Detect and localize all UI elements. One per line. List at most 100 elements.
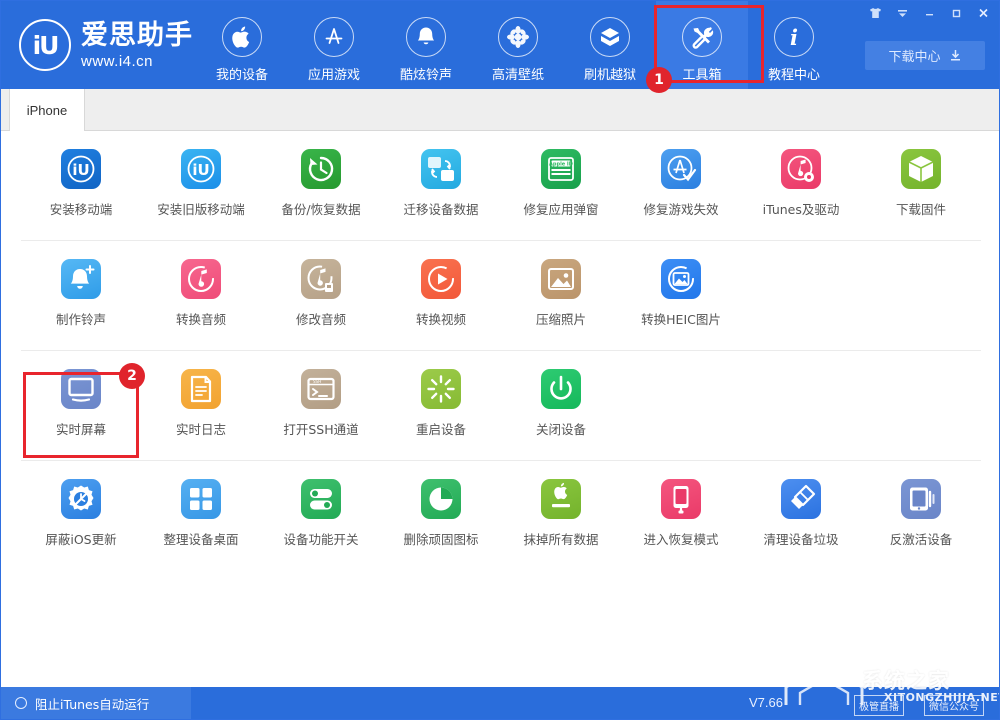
tool-tile-i4-app[interactable]: iU安装移动端 [21,149,141,218]
tool-tile-label: 转换HEIC图片 [641,309,721,328]
svg-text:i: i [790,25,798,50]
svg-text:iU: iU [192,161,209,179]
tool-tile-clean-trash[interactable]: 清理设备垃圾 [741,479,861,548]
nav-item-1[interactable]: 我的设备 [196,1,288,89]
nav-item-7[interactable]: i教程中心 [748,1,840,89]
tool-tile-label: 屏蔽iOS更新 [45,529,116,548]
tool-tile-convert-video[interactable]: 转换视频 [381,259,501,328]
tool-tile-arrange-home[interactable]: 整理设备桌面 [141,479,261,548]
block-update-icon [61,479,101,519]
tool-tile-label: 关闭设备 [536,419,586,438]
tool-tile-power-off[interactable]: 关闭设备 [501,369,621,438]
toggle-switch-icon [301,479,341,519]
tool-tile-label: 下载固件 [896,199,946,218]
openbox-icon [590,17,630,57]
recovery-mode-icon [661,479,701,519]
svg-text:SSH: SSH [313,379,321,384]
block-itunes-toggle[interactable]: 阻止iTunes自动运行 [1,687,191,719]
tool-tile-itunes-driver[interactable]: iTunes及驱动 [741,149,861,218]
tool-tile-deactivate[interactable]: 反激活设备 [861,479,981,548]
tab-iphone-label: iPhone [27,103,67,118]
itunes-driver-icon [781,149,821,189]
device-tabbar: iPhone [1,89,1000,131]
ssh-terminal-icon: SSH [301,369,341,409]
nav-item-label: 高清壁纸 [492,64,544,83]
tool-tile-label: 反激活设备 [890,529,953,548]
heic-convert-icon [661,259,701,299]
tool-tile-appleid-card[interactable]: Apple ID修复应用弹窗 [501,149,621,218]
tool-tile-make-ringtone[interactable]: 制作铃声 [21,259,141,328]
tool-tile-firmware-box[interactable]: 下载固件 [861,149,981,218]
i4-assistant-window: iU 爱思助手 www.i4.cn 我的设备应用游戏 酷炫铃声高清壁纸 刷机越狱 工具… [0,0,1000,720]
tool-tile-erase-all[interactable]: 抹掉所有数据 [501,479,621,548]
nav-item-label: 工具箱 [682,64,721,83]
annotation-badge-1: 1 [646,67,672,93]
reboot-icon [421,369,461,409]
nav-item-label: 刷机越狱 [584,64,636,83]
tool-tile-label: 打开SSH通道 [283,419,358,438]
app-logo: iU 爱思助手 www.i4.cn [19,19,193,71]
compress-photo-icon [541,259,581,299]
tool-tile-appstore-check[interactable]: 修复游戏失效 [621,149,741,218]
app-title: 爱思助手 [81,22,193,49]
maximize-icon[interactable] [943,2,970,24]
tool-tile-label: 实时屏幕 [56,419,106,438]
deactivate-icon [901,479,941,519]
live-log-icon [181,369,221,409]
i4-logo-icon: iU [19,19,71,71]
tool-tile-i4-app-old[interactable]: iU安装旧版移动端 [141,149,261,218]
tool-tile-edit-audio[interactable]: 修改音频 [261,259,381,328]
nav-item-4[interactable]: 高清壁纸 [472,1,564,89]
convert-audio-icon [181,259,221,299]
main-nav: 我的设备应用游戏 酷炫铃声高清壁纸 刷机越狱 工具箱 i教程中心 [196,1,840,89]
logo-text-block: 爱思助手 www.i4.cn [81,22,193,69]
skin-icon[interactable] [862,2,889,24]
tool-tile-live-log[interactable]: 实时日志 [141,369,261,438]
nav-item-label: 应用游戏 [308,64,360,83]
toolbox-row-2: 制作铃声转换音频修改音频转换视频 压缩照片 转换HEIC图片 [21,241,981,351]
i4-app-old-icon: iU [181,149,221,189]
firmware-box-icon [901,149,941,189]
download-arrow-icon [949,49,962,62]
tool-tile-label: 修复游戏失效 [643,199,718,218]
tool-tile-label: 备份/恢复数据 [281,199,360,218]
appleid-card-icon: Apple ID [541,149,581,189]
info-icon: i [774,17,814,57]
tool-tile-compress-photo[interactable]: 压缩照片 [501,259,621,328]
svg-text:iU: iU [72,161,89,179]
tool-tile-label: 进入恢复模式 [643,529,718,548]
clean-trash-icon [781,479,821,519]
tool-tile-toggle-switch[interactable]: 设备功能开关 [261,479,381,548]
download-center-button[interactable]: 下载中心 [865,41,985,70]
tool-tile-label: 压缩照片 [536,309,586,328]
backup-restore-icon [301,149,341,189]
tool-tile-block-update[interactable]: 屏蔽iOS更新 [21,479,141,548]
tool-tile-ssh-terminal[interactable]: SSH 打开SSH通道 [261,369,381,438]
download-center-label: 下载中心 [888,46,940,65]
menu-dropdown-icon[interactable] [889,2,916,24]
tool-tile-remove-icon[interactable]: 删除顽固图标 [381,479,501,548]
close-icon[interactable] [970,2,997,24]
appstore-icon [314,17,354,57]
tool-tile-label: 迁移设备数据 [403,199,478,218]
tool-tile-reboot[interactable]: 重启设备 [381,369,501,438]
erase-all-icon [541,479,581,519]
nav-item-2[interactable]: 应用游戏 [288,1,380,89]
nav-item-5[interactable]: 刷机越狱 [564,1,656,89]
minimize-icon[interactable] [916,2,943,24]
edit-audio-icon [301,259,341,299]
tool-tile-convert-audio[interactable]: 转换音频 [141,259,261,328]
tab-iphone[interactable]: iPhone [9,89,85,131]
nav-item-3[interactable]: 酷炫铃声 [380,1,472,89]
tools-icon [682,17,722,57]
tool-tile-label: 转换视频 [416,309,466,328]
toolbox-content: iU安装移动端iU安装旧版移动端备份/恢复数据 迁移设备数据 Apple ID修复应… [1,131,1000,689]
tool-tile-recovery-mode[interactable]: 进入恢复模式 [621,479,741,548]
tool-tile-label: 实时日志 [176,419,226,438]
make-ringtone-icon [61,259,101,299]
tool-tile-backup-restore[interactable]: 备份/恢复数据 [261,149,381,218]
tool-tile-heic-convert[interactable]: 转换HEIC图片 [621,259,741,328]
svg-text:Apple ID: Apple ID [549,162,573,168]
tool-tile-migrate-data[interactable]: 迁移设备数据 [381,149,501,218]
apple-icon [222,17,262,57]
